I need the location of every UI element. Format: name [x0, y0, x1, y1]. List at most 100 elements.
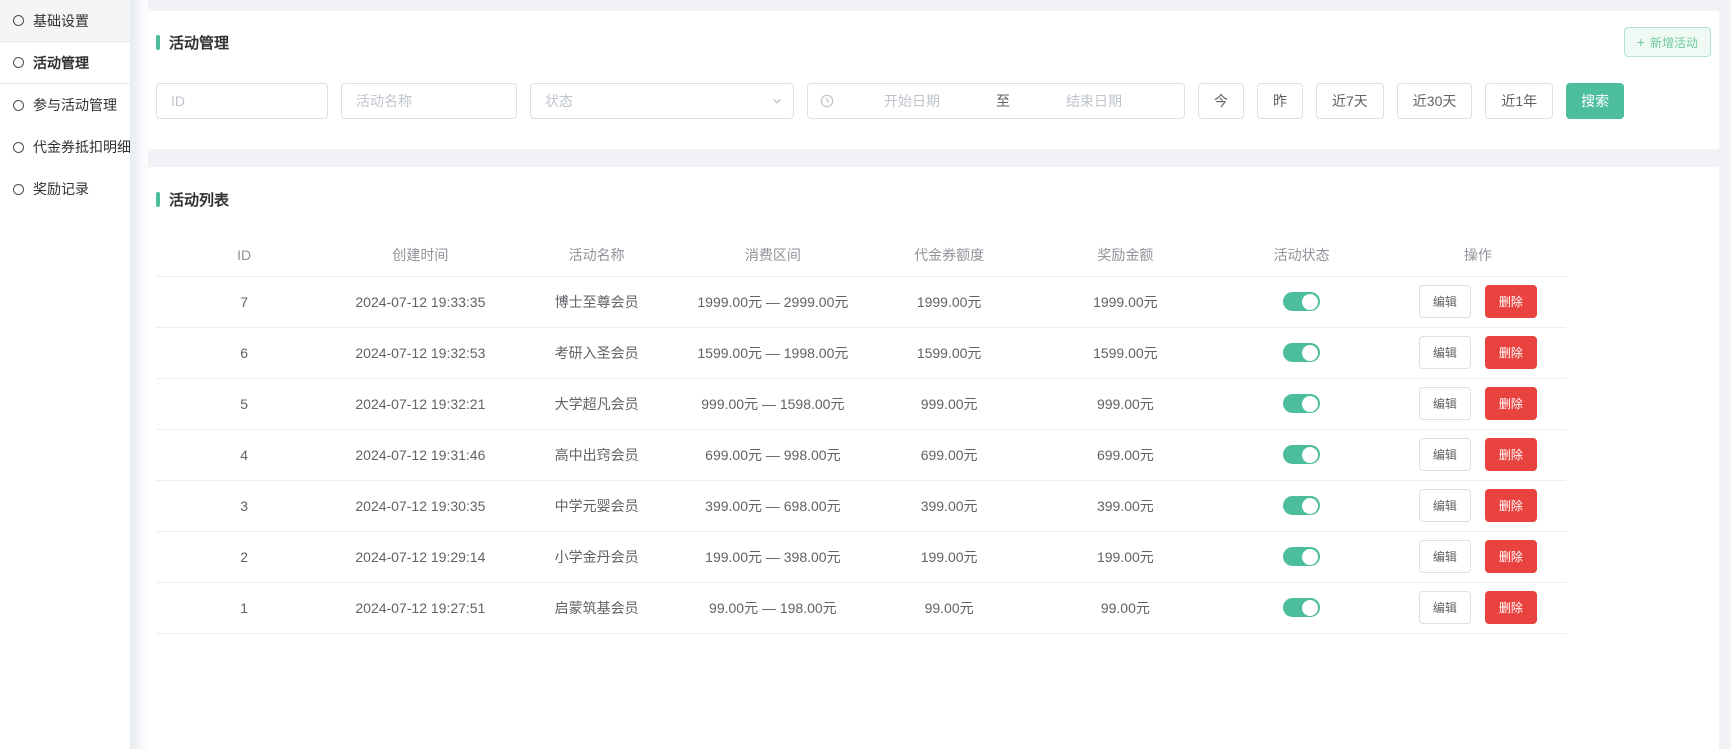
- search-button[interactable]: 搜索: [1566, 83, 1624, 119]
- sidebar-item[interactable]: 代金券抵扣明细: [0, 126, 130, 168]
- sidebar-item[interactable]: 基础设置: [0, 0, 130, 42]
- edit-button[interactable]: 编辑: [1419, 336, 1471, 369]
- quick-range-button[interactable]: 昨: [1257, 83, 1303, 119]
- delete-button[interactable]: 删除: [1485, 387, 1537, 420]
- status-toggle[interactable]: [1283, 598, 1320, 617]
- status-select-input[interactable]: [530, 83, 794, 119]
- cell-created-at: 2024-07-12 19:27:51: [332, 582, 508, 633]
- date-range-picker[interactable]: 至: [807, 83, 1185, 119]
- status-toggle[interactable]: [1283, 343, 1320, 362]
- column-header: 操作: [1390, 234, 1566, 276]
- table-row: 5 2024-07-12 19:32:21 大学超凡会员 999.00元 — 1…: [156, 378, 1566, 429]
- sidebar-item[interactable]: 活动管理: [0, 42, 130, 84]
- cell-actions: 编辑 删除: [1390, 378, 1566, 429]
- delete-button[interactable]: 删除: [1485, 285, 1537, 318]
- edit-button[interactable]: 编辑: [1419, 591, 1471, 624]
- cell-id: 2: [156, 531, 332, 582]
- quick-range-button[interactable]: 近30天: [1397, 83, 1473, 119]
- sidebar-item-label: 活动管理: [33, 53, 89, 73]
- quick-range-button[interactable]: 今: [1198, 83, 1244, 119]
- sidebar-item-label: 奖励记录: [33, 179, 89, 199]
- cell-status: [1214, 582, 1390, 633]
- cell-spend-range: 1999.00元 — 2999.00元: [685, 276, 861, 327]
- sidebar-item-label: 基础设置: [33, 11, 89, 31]
- activity-name-input[interactable]: [341, 83, 517, 119]
- add-activity-label: 新增活动: [1650, 34, 1698, 51]
- cell-created-at: 2024-07-12 19:31:46: [332, 429, 508, 480]
- add-activity-button[interactable]: + 新增活动: [1624, 27, 1711, 57]
- sidebar-item[interactable]: 奖励记录: [0, 168, 130, 210]
- edit-button[interactable]: 编辑: [1419, 438, 1471, 471]
- cell-voucher-amount: 999.00元: [861, 378, 1037, 429]
- cell-spend-range: 99.00元 — 198.00元: [685, 582, 861, 633]
- status-select[interactable]: [530, 83, 794, 119]
- end-date-input[interactable]: [1016, 93, 1172, 109]
- cell-id: 3: [156, 480, 332, 531]
- id-input[interactable]: [156, 83, 328, 119]
- status-toggle[interactable]: [1283, 292, 1320, 311]
- column-header: 活动名称: [509, 234, 685, 276]
- cell-reward-amount: 1999.00元: [1037, 276, 1213, 327]
- status-toggle[interactable]: [1283, 547, 1320, 566]
- column-header: 创建时间: [332, 234, 508, 276]
- edit-button[interactable]: 编辑: [1419, 489, 1471, 522]
- cell-activity-name: 小学金丹会员: [509, 531, 685, 582]
- title-bar-icon: [156, 35, 160, 50]
- cell-reward-amount: 399.00元: [1037, 480, 1213, 531]
- cell-status: [1214, 480, 1390, 531]
- cell-id: 6: [156, 327, 332, 378]
- main-content: 活动管理 + 新增活动 至: [148, 0, 1731, 749]
- date-separator: 至: [990, 91, 1016, 111]
- table-row: 6 2024-07-12 19:32:53 考研入圣会员 1599.00元 — …: [156, 327, 1566, 378]
- cell-created-at: 2024-07-12 19:33:35: [332, 276, 508, 327]
- quick-range-button[interactable]: 近7天: [1316, 83, 1384, 119]
- circle-icon: [13, 100, 24, 111]
- circle-icon: [13, 184, 24, 195]
- cell-created-at: 2024-07-12 19:30:35: [332, 480, 508, 531]
- edit-button[interactable]: 编辑: [1419, 540, 1471, 573]
- status-toggle[interactable]: [1283, 394, 1320, 413]
- cell-reward-amount: 1599.00元: [1037, 327, 1213, 378]
- cell-spend-range: 1599.00元 — 1998.00元: [685, 327, 861, 378]
- delete-button[interactable]: 删除: [1485, 489, 1537, 522]
- status-toggle[interactable]: [1283, 496, 1320, 515]
- cell-id: 7: [156, 276, 332, 327]
- cell-id: 1: [156, 582, 332, 633]
- circle-icon: [13, 142, 24, 153]
- edit-button[interactable]: 编辑: [1419, 285, 1471, 318]
- cell-activity-name: 博士至尊会员: [509, 276, 685, 327]
- sidebar-divider: [130, 0, 148, 749]
- sidebar: 基础设置 活动管理 参与活动管理 代金券抵扣明细 奖励记录: [0, 0, 130, 749]
- activity-table: ID 创建时间 活动名称 消费区间 代金券额度 奖励金额 活动状态 操作 7 2…: [156, 234, 1566, 634]
- cell-activity-name: 中学元婴会员: [509, 480, 685, 531]
- filter-toolbar: 至 今 昨 近7天 近30天 近1年 搜索: [156, 83, 1711, 119]
- cell-reward-amount: 999.00元: [1037, 378, 1213, 429]
- cell-spend-range: 699.00元 — 998.00元: [685, 429, 861, 480]
- activity-list-card: 活动列表 ID 创建时间 活动名称 消费区间 代金券额度 奖励金额 活动状态 操…: [148, 167, 1719, 749]
- column-header: 消费区间: [685, 234, 861, 276]
- sidebar-item[interactable]: 参与活动管理: [0, 84, 130, 126]
- list-section-title-text: 活动列表: [169, 189, 229, 210]
- list-section-title: 活动列表: [156, 189, 1711, 210]
- cell-actions: 编辑 删除: [1390, 429, 1566, 480]
- start-date-input[interactable]: [834, 93, 990, 109]
- section-title-text: 活动管理: [169, 32, 229, 53]
- quick-range-button[interactable]: 近1年: [1485, 83, 1553, 119]
- cell-created-at: 2024-07-12 19:32:21: [332, 378, 508, 429]
- delete-button[interactable]: 删除: [1485, 438, 1537, 471]
- clock-icon: [820, 94, 834, 108]
- cell-status: [1214, 276, 1390, 327]
- edit-button[interactable]: 编辑: [1419, 387, 1471, 420]
- cell-created-at: 2024-07-12 19:29:14: [332, 531, 508, 582]
- delete-button[interactable]: 删除: [1485, 336, 1537, 369]
- activity-management-card: 活动管理 + 新增活动 至: [148, 11, 1719, 149]
- delete-button[interactable]: 删除: [1485, 591, 1537, 624]
- cell-activity-name: 高中出窍会员: [509, 429, 685, 480]
- header-row: ID 创建时间 活动名称 消费区间 代金券额度 奖励金额 活动状态 操作: [156, 234, 1566, 276]
- sidebar-item-label: 参与活动管理: [33, 95, 117, 115]
- cell-actions: 编辑 删除: [1390, 276, 1566, 327]
- delete-button[interactable]: 删除: [1485, 540, 1537, 573]
- cell-reward-amount: 699.00元: [1037, 429, 1213, 480]
- circle-icon: [13, 57, 24, 68]
- status-toggle[interactable]: [1283, 445, 1320, 464]
